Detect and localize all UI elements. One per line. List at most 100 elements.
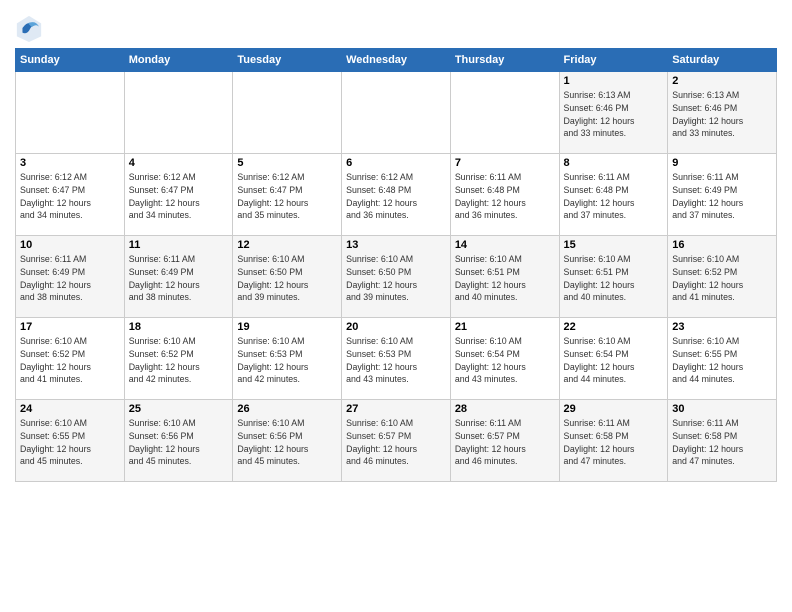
- calendar-cell: [342, 72, 451, 154]
- day-info: Sunrise: 6:11 AM Sunset: 6:49 PM Dayligh…: [129, 253, 229, 304]
- calendar-cell: 12 Sunrise: 6:10 AM Sunset: 6:50 PM Dayli…: [233, 236, 342, 318]
- day-info: Sunrise: 6:10 AM Sunset: 6:50 PM Dayligh…: [237, 253, 337, 304]
- calendar-cell: 29Sunrise: 6:11 AM Sunset: 6:58 PM Dayli…: [559, 400, 668, 482]
- day-number: 24: [20, 403, 120, 415]
- calendar-cell: 15 Sunrise: 6:10 AM Sunset: 6:51 PM Dayli…: [559, 236, 668, 318]
- header: [15, 10, 777, 42]
- day-number: 19: [237, 321, 337, 333]
- logo: [15, 14, 47, 42]
- calendar-cell: [124, 72, 233, 154]
- day-info: Sunrise: 6:12 AM Sunset: 6:47 PM Dayligh…: [129, 171, 229, 222]
- calendar-week-1: 1 Sunrise: 6:13 AM Sunset: 6:46 PM Daylig…: [16, 72, 777, 154]
- day-info: Sunrise: 6:10 AM Sunset: 6:56 PM Dayligh…: [129, 417, 229, 468]
- day-info: Sunrise: 6:10 AM Sunset: 6:50 PM Dayligh…: [346, 253, 446, 304]
- calendar-cell: 19Sunrise: 6:10 AM Sunset: 6:53 PM Dayli…: [233, 318, 342, 400]
- calendar-cell: 21 Sunrise: 6:10 AM Sunset: 6:54 PM Dayli…: [450, 318, 559, 400]
- calendar-cell: 1 Sunrise: 6:13 AM Sunset: 6:46 PM Daylig…: [559, 72, 668, 154]
- day-number: 10: [20, 239, 120, 251]
- calendar-cell: 11 Sunrise: 6:11 AM Sunset: 6:49 PM Dayli…: [124, 236, 233, 318]
- day-number: 25: [129, 403, 229, 415]
- day-number: 6: [346, 157, 446, 169]
- calendar-cell: 13Sunrise: 6:10 AM Sunset: 6:50 PM Dayli…: [342, 236, 451, 318]
- page: SundayMondayTuesdayWednesdayThursdayFrid…: [0, 0, 792, 612]
- day-info: Sunrise: 6:11 AM Sunset: 6:58 PM Dayligh…: [672, 417, 772, 468]
- day-number: 5: [237, 157, 337, 169]
- day-number: 30: [672, 403, 772, 415]
- day-info: Sunrise: 6:10 AM Sunset: 6:54 PM Dayligh…: [564, 335, 664, 386]
- day-number: 4: [129, 157, 229, 169]
- calendar-header-thursday: Thursday: [450, 49, 559, 72]
- calendar-header-wednesday: Wednesday: [342, 49, 451, 72]
- day-number: 11: [129, 239, 229, 251]
- calendar-cell: 27 Sunrise: 6:10 AM Sunset: 6:57 PM Dayli…: [342, 400, 451, 482]
- calendar-header-row: SundayMondayTuesdayWednesdayThursdayFrid…: [16, 49, 777, 72]
- calendar-cell: 10 Sunrise: 6:11 AM Sunset: 6:49 PM Dayli…: [16, 236, 125, 318]
- day-number: 18: [129, 321, 229, 333]
- calendar-cell: 7 Sunrise: 6:11 AM Sunset: 6:48 PM Daylig…: [450, 154, 559, 236]
- calendar-cell: 18 Sunrise: 6:10 AM Sunset: 6:52 PM Dayli…: [124, 318, 233, 400]
- day-info: Sunrise: 6:11 AM Sunset: 6:48 PM Dayligh…: [564, 171, 664, 222]
- day-number: 3: [20, 157, 120, 169]
- day-info: Sunrise: 6:13 AM Sunset: 6:46 PM Dayligh…: [564, 89, 664, 140]
- day-number: 22: [564, 321, 664, 333]
- day-number: 12: [237, 239, 337, 251]
- day-number: 14: [455, 239, 555, 251]
- day-info: Sunrise: 6:12 AM Sunset: 6:47 PM Dayligh…: [237, 171, 337, 222]
- calendar-cell: 17 Sunrise: 6:10 AM Sunset: 6:52 PM Dayli…: [16, 318, 125, 400]
- day-number: 28: [455, 403, 555, 415]
- calendar-week-4: 17 Sunrise: 6:10 AM Sunset: 6:52 PM Dayli…: [16, 318, 777, 400]
- calendar-cell: 22 Sunrise: 6:10 AM Sunset: 6:54 PM Dayli…: [559, 318, 668, 400]
- calendar-cell: 9 Sunrise: 6:11 AM Sunset: 6:49 PM Daylig…: [668, 154, 777, 236]
- calendar-cell: 16Sunrise: 6:10 AM Sunset: 6:52 PM Dayli…: [668, 236, 777, 318]
- day-info: Sunrise: 6:11 AM Sunset: 6:48 PM Dayligh…: [455, 171, 555, 222]
- day-info: Sunrise: 6:10 AM Sunset: 6:57 PM Dayligh…: [346, 417, 446, 468]
- day-number: 21: [455, 321, 555, 333]
- day-info: Sunrise: 6:10 AM Sunset: 6:55 PM Dayligh…: [672, 335, 772, 386]
- day-info: Sunrise: 6:12 AM Sunset: 6:48 PM Dayligh…: [346, 171, 446, 222]
- day-number: 7: [455, 157, 555, 169]
- day-number: 23: [672, 321, 772, 333]
- day-number: 15: [564, 239, 664, 251]
- calendar-header-monday: Monday: [124, 49, 233, 72]
- calendar-cell: 3 Sunrise: 6:12 AM Sunset: 6:47 PM Daylig…: [16, 154, 125, 236]
- day-number: 9: [672, 157, 772, 169]
- calendar-cell: 14 Sunrise: 6:10 AM Sunset: 6:51 PM Dayli…: [450, 236, 559, 318]
- calendar-cell: [233, 72, 342, 154]
- calendar-cell: 5 Sunrise: 6:12 AM Sunset: 6:47 PM Daylig…: [233, 154, 342, 236]
- calendar: SundayMondayTuesdayWednesdayThursdayFrid…: [15, 48, 777, 482]
- day-number: 27: [346, 403, 446, 415]
- day-number: 17: [20, 321, 120, 333]
- day-info: Sunrise: 6:11 AM Sunset: 6:49 PM Dayligh…: [672, 171, 772, 222]
- calendar-cell: [450, 72, 559, 154]
- calendar-cell: 30 Sunrise: 6:11 AM Sunset: 6:58 PM Dayli…: [668, 400, 777, 482]
- calendar-cell: 20Sunrise: 6:10 AM Sunset: 6:53 PM Dayli…: [342, 318, 451, 400]
- calendar-cell: 8 Sunrise: 6:11 AM Sunset: 6:48 PM Daylig…: [559, 154, 668, 236]
- calendar-week-5: 24 Sunrise: 6:10 AM Sunset: 6:55 PM Dayli…: [16, 400, 777, 482]
- day-info: Sunrise: 6:11 AM Sunset: 6:57 PM Dayligh…: [455, 417, 555, 468]
- day-info: Sunrise: 6:10 AM Sunset: 6:54 PM Dayligh…: [455, 335, 555, 386]
- day-number: 26: [237, 403, 337, 415]
- calendar-cell: 28 Sunrise: 6:11 AM Sunset: 6:57 PM Dayli…: [450, 400, 559, 482]
- day-info: Sunrise: 6:13 AM Sunset: 6:46 PM Dayligh…: [672, 89, 772, 140]
- calendar-cell: 25 Sunrise: 6:10 AM Sunset: 6:56 PM Dayli…: [124, 400, 233, 482]
- day-info: Sunrise: 6:10 AM Sunset: 6:51 PM Dayligh…: [564, 253, 664, 304]
- calendar-header-saturday: Saturday: [668, 49, 777, 72]
- day-number: 2: [672, 75, 772, 87]
- day-info: Sunrise: 6:10 AM Sunset: 6:52 PM Dayligh…: [129, 335, 229, 386]
- day-number: 16: [672, 239, 772, 251]
- day-info: Sunrise: 6:10 AM Sunset: 6:52 PM Dayligh…: [20, 335, 120, 386]
- day-number: 1: [564, 75, 664, 87]
- calendar-header-friday: Friday: [559, 49, 668, 72]
- calendar-cell: [16, 72, 125, 154]
- day-info: Sunrise: 6:10 AM Sunset: 6:55 PM Dayligh…: [20, 417, 120, 468]
- day-info: Sunrise: 6:11 AM Sunset: 6:49 PM Dayligh…: [20, 253, 120, 304]
- calendar-cell: 24 Sunrise: 6:10 AM Sunset: 6:55 PM Dayli…: [16, 400, 125, 482]
- day-info: Sunrise: 6:10 AM Sunset: 6:51 PM Dayligh…: [455, 253, 555, 304]
- calendar-header-tuesday: Tuesday: [233, 49, 342, 72]
- calendar-header-sunday: Sunday: [16, 49, 125, 72]
- day-info: Sunrise: 6:12 AM Sunset: 6:47 PM Dayligh…: [20, 171, 120, 222]
- calendar-week-3: 10 Sunrise: 6:11 AM Sunset: 6:49 PM Dayli…: [16, 236, 777, 318]
- day-number: 8: [564, 157, 664, 169]
- calendar-week-2: 3 Sunrise: 6:12 AM Sunset: 6:47 PM Daylig…: [16, 154, 777, 236]
- day-info: Sunrise: 6:10 AM Sunset: 6:56 PM Dayligh…: [237, 417, 337, 468]
